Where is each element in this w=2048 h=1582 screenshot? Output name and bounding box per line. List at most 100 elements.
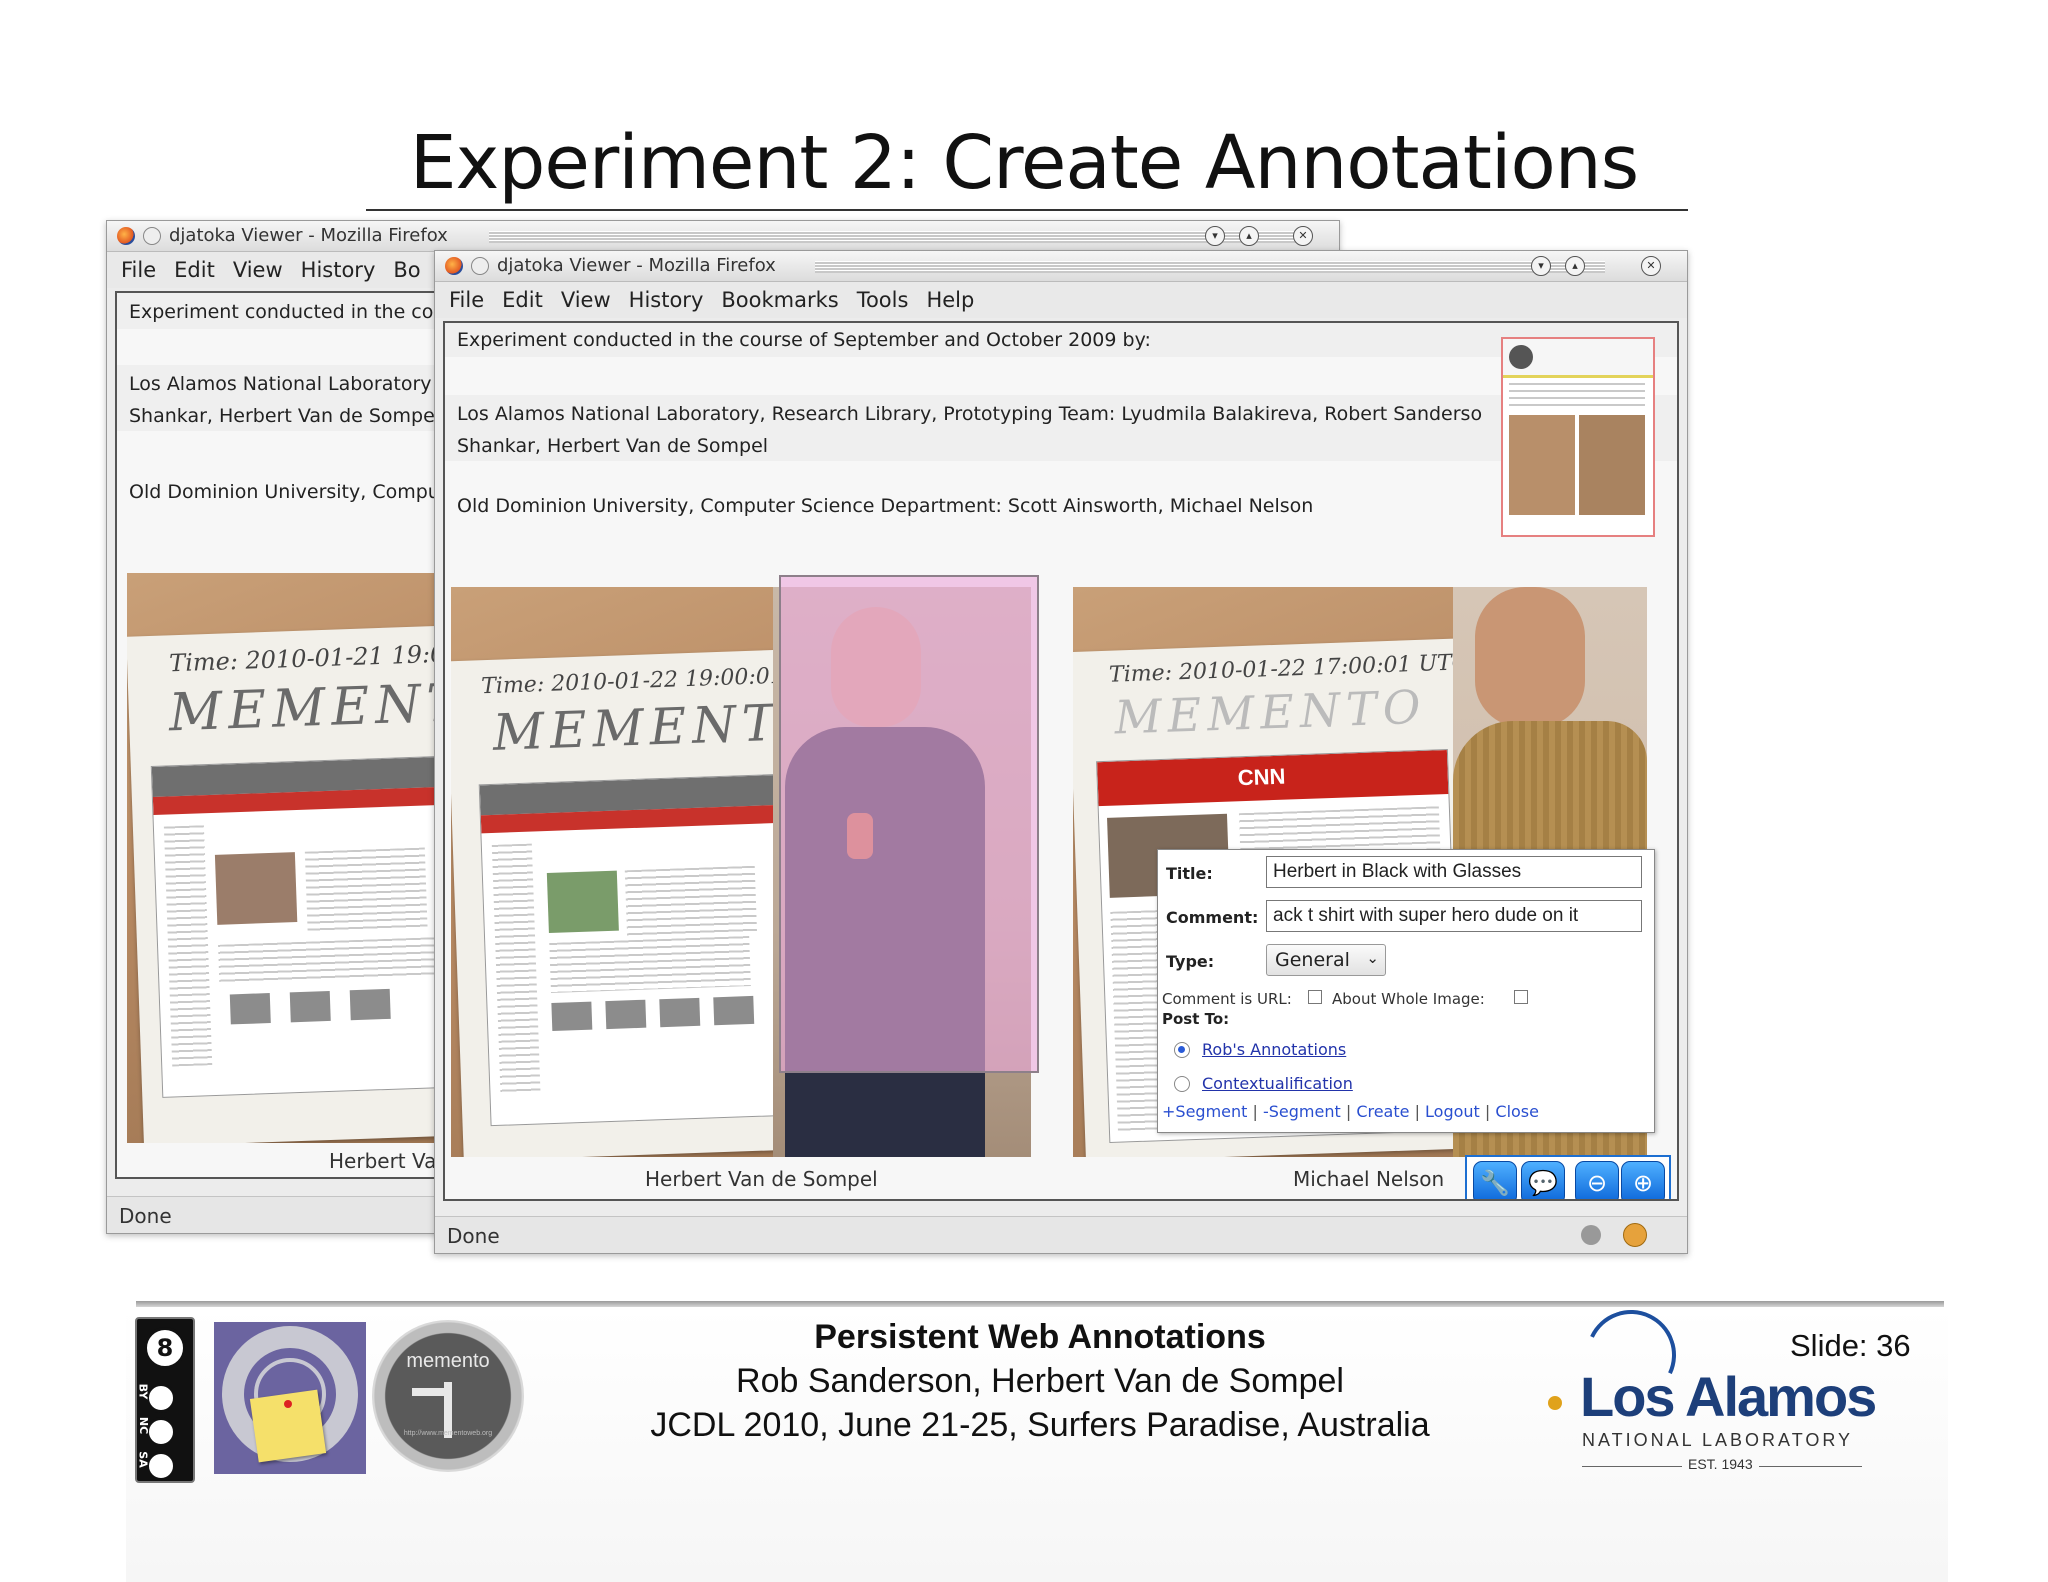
lanl-dot-icon	[1548, 1396, 1562, 1410]
logout-link[interactable]: Logout	[1425, 1102, 1480, 1121]
title-underline	[366, 209, 1688, 211]
maximize-icon[interactable]: ▴	[1239, 226, 1259, 246]
front-window-menubar: File Edit View History Bookmarks Tools Help	[435, 282, 1687, 318]
post-target-radio-contextualification[interactable]	[1174, 1076, 1190, 1092]
footer-rule	[136, 1301, 1944, 1307]
michael-caption: Michael Nelson	[1293, 1167, 1445, 1191]
post-target-robs-annotations[interactable]: Rob's Annotations	[1202, 1040, 1346, 1059]
menu-bookmarks[interactable]: Bookmarks	[721, 288, 838, 312]
back-text-line-1: Experiment conducted in the co	[129, 301, 434, 323]
lanl-logo: Los Alamos NATIONAL LABORATORY EST. 1943	[1516, 1297, 1896, 1480]
post-target-contextualification[interactable]: Contextualification	[1202, 1074, 1353, 1093]
about-whole-image-label: About Whole Image:	[1332, 990, 1485, 1008]
title-label: Title:	[1166, 864, 1213, 883]
lanl-est: EST. 1943	[1682, 1456, 1759, 1472]
addon-icon[interactable]	[1623, 1223, 1647, 1247]
cc-nc-icon	[146, 1417, 176, 1447]
cc-attribution-icon: 8	[144, 1327, 186, 1369]
type-select-value: General	[1275, 949, 1350, 971]
annotation-actions: +Segment | -Segment | Create | Logout | …	[1162, 1102, 1539, 1121]
front-status-text: Done	[447, 1224, 500, 1248]
post-target-radio-robs[interactable]	[1174, 1042, 1190, 1058]
status-indicator-icon	[1581, 1225, 1601, 1245]
menu-history[interactable]: History	[629, 288, 704, 312]
close-icon[interactable]: ✕	[1293, 226, 1313, 246]
comment-input[interactable]	[1266, 900, 1642, 932]
minimize-icon[interactable]: ▾	[1531, 256, 1551, 276]
michael-head	[1475, 587, 1585, 727]
titlebar-grip	[815, 261, 1605, 273]
annotation-project-logo	[214, 1322, 366, 1474]
cc-by-icon	[146, 1383, 176, 1413]
front-text-line-3: Shankar, Herbert Van de Sompel	[457, 435, 769, 457]
menu-view[interactable]: View	[233, 258, 283, 282]
navigator-thumbnail[interactable]	[1501, 337, 1655, 537]
back-photo-caption: Herbert Va	[329, 1149, 437, 1173]
menu-bookmarks[interactable]: Bo	[393, 258, 420, 282]
back-window-title: djatoka Viewer - Mozilla Firefox	[169, 225, 448, 246]
menu-help[interactable]: Help	[926, 288, 974, 312]
zoom-out-icon[interactable]: ⊖	[1575, 1161, 1619, 1199]
back-text-line-3: Shankar, Herbert Van de Sompe	[129, 405, 435, 427]
wrench-icon[interactable]: 🔧	[1473, 1161, 1517, 1199]
menu-tools[interactable]: Tools	[857, 288, 909, 312]
window-menu-icon[interactable]	[471, 257, 489, 275]
memento-logo: memento http://www.mementoweb.org	[372, 1320, 524, 1472]
zoom-in-icon[interactable]: ⊕	[1621, 1161, 1665, 1199]
create-link[interactable]: Create	[1356, 1102, 1409, 1121]
menu-history[interactable]: History	[301, 258, 376, 282]
herbert-bbc-screenshot	[478, 772, 823, 1127]
back-status-text: Done	[119, 1204, 172, 1228]
maximize-icon[interactable]: ▴	[1565, 256, 1585, 276]
herbert-caption: Herbert Van de Sompel	[645, 1167, 878, 1191]
window-menu-icon[interactable]	[143, 227, 161, 245]
michael-handwriting-memento: MEMENTO	[1113, 679, 1428, 745]
footer-heading: Persistent Web Annotations	[814, 1318, 1266, 1356]
minimize-icon[interactable]: ▾	[1205, 226, 1225, 246]
about-whole-image-checkbox[interactable]	[1514, 990, 1528, 1004]
menu-file[interactable]: File	[449, 288, 484, 312]
close-icon[interactable]: ✕	[1641, 256, 1661, 276]
titlebar-grip	[489, 231, 1309, 243]
lanl-name: Los Alamos	[1580, 1365, 1877, 1428]
cc-sa-icon	[146, 1451, 176, 1481]
front-browser-window[interactable]: djatoka Viewer - Mozilla Firefox ▾ ▴ ✕ F…	[434, 250, 1688, 1254]
front-text-line-1: Experiment conducted in the course of Se…	[457, 329, 1151, 351]
menu-edit[interactable]: Edit	[502, 288, 543, 312]
comment-is-url-checkbox[interactable]	[1308, 990, 1322, 1004]
herbert-photo-paper: Time: 2010-01-22 19:00:01 UTC MEMENTO	[451, 648, 841, 1157]
footer-venue: JCDL 2010, June 21-25, Surfers Paradise,…	[650, 1406, 1430, 1444]
comment-is-url-label: Comment is URL:	[1162, 990, 1292, 1008]
viewer-toolbar: 🔧 💬 ⊖ ⊕	[1465, 1155, 1671, 1199]
front-window-titlebar[interactable]: djatoka Viewer - Mozilla Firefox ▾ ▴ ✕	[435, 251, 1687, 282]
close-link[interactable]: Close	[1495, 1102, 1539, 1121]
menu-view[interactable]: View	[561, 288, 611, 312]
remove-segment-link[interactable]: -Segment	[1263, 1102, 1341, 1121]
cc-license-badge: 8 BY NC SA	[135, 1317, 195, 1483]
cc-nc-label: NC	[137, 1416, 151, 1435]
firefox-icon	[117, 227, 135, 245]
title-input[interactable]	[1266, 856, 1642, 888]
menu-edit[interactable]: Edit	[174, 258, 215, 282]
back-text-line-2: Los Alamos National Laboratory	[129, 373, 432, 395]
memento-logo-text: memento	[406, 1350, 490, 1372]
type-select[interactable]: General ⌄	[1266, 944, 1386, 976]
back-text-line-4: Old Dominion University, Compu	[129, 481, 440, 503]
annotation-selection-region[interactable]	[779, 575, 1039, 1073]
footer-authors: Rob Sanderson, Herbert Van de Sompel	[736, 1362, 1344, 1400]
cnn-logo: CNN	[1237, 763, 1286, 791]
front-window-statusbar: Done	[435, 1216, 1687, 1253]
back-window-titlebar[interactable]: djatoka Viewer - Mozilla Firefox ▾ ▴ ✕	[107, 221, 1339, 252]
post-to-label: Post To:	[1162, 1010, 1230, 1028]
cc-sa-label: SA	[136, 1451, 150, 1468]
memento-logo-url: http://www.mementoweb.org	[403, 1430, 493, 1437]
menu-file[interactable]: File	[121, 258, 156, 282]
clock-hand-minute	[412, 1388, 452, 1396]
front-window-content: Experiment conducted in the course of Se…	[443, 321, 1679, 1201]
add-segment-link[interactable]: +Segment	[1162, 1102, 1247, 1121]
comment-label: Comment:	[1166, 908, 1259, 927]
comment-icon[interactable]: 💬	[1521, 1161, 1565, 1199]
cc-by-label: BY	[136, 1383, 150, 1400]
front-window-title: djatoka Viewer - Mozilla Firefox	[497, 255, 776, 276]
chevron-down-icon: ⌄	[1366, 949, 1379, 967]
